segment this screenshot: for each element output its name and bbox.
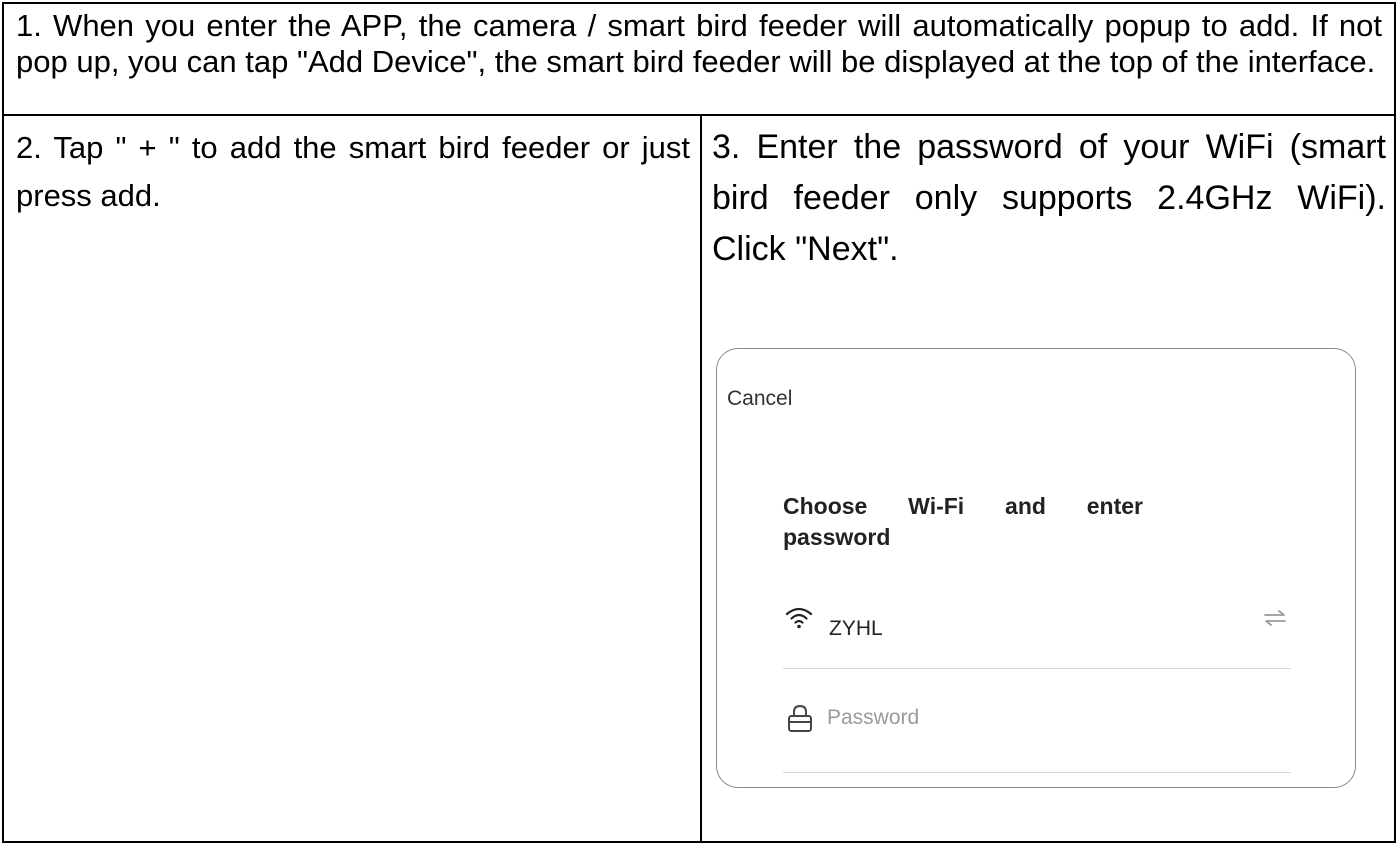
step-3-cell: 3. Enter the password of your WiFi (smar… (702, 116, 1394, 841)
instruction-table: 1. When you enter the APP, the camera / … (2, 2, 1396, 843)
wifi-setup-screenshot: Cancel Choose Wi-Fi and enter password Z… (716, 348, 1356, 788)
step-3-text: 3. Enter the password of your WiFi (smar… (712, 128, 1386, 268)
lock-icon (788, 704, 812, 732)
screen-title: Choose Wi-Fi and enter password (783, 493, 1143, 550)
step-2-text: 2. Tap " + " to add the smart bird feede… (16, 130, 690, 213)
password-row (783, 699, 1291, 773)
instruction-sheet: 1. When you enter the APP, the camera / … (0, 0, 1399, 845)
password-field[interactable] (827, 701, 1267, 735)
step-2-cell: 2. Tap " + " to add the smart bird feede… (4, 116, 702, 841)
switch-network-icon[interactable] (1263, 609, 1287, 627)
step-1-text: 1. When you enter the APP, the camera / … (16, 8, 1382, 79)
wifi-network-name: ZYHL (829, 617, 883, 640)
step-1-cell: 1. When you enter the APP, the camera / … (4, 4, 1394, 116)
wifi-selector-row[interactable]: ZYHL (783, 599, 1291, 669)
steps-row: 2. Tap " + " to add the smart bird feede… (4, 116, 1394, 841)
cancel-button[interactable]: Cancel (727, 373, 792, 424)
wifi-icon (785, 607, 813, 629)
